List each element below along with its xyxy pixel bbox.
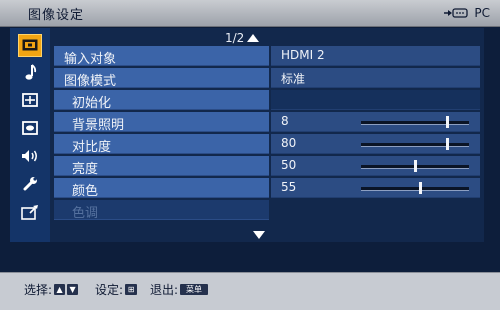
sidebar-item-sound[interactable] xyxy=(18,62,42,85)
slider-knob[interactable] xyxy=(414,160,417,172)
up-key-icon: ▲ xyxy=(54,284,66,295)
osd-screen: 图像设定 PC 1/2 输入对象 HDMI 2 图像模式 标准 初始化 背景照明… xyxy=(0,0,500,310)
arrow-up-icon[interactable] xyxy=(247,31,260,45)
input-source-label: PC xyxy=(474,6,490,20)
menu-row-backlight[interactable]: 背景照明 8 xyxy=(54,112,480,133)
status-bar: 选择: ▲ ▼ 设定: ⊞ 退出: 菜单 xyxy=(0,272,500,310)
title-bar: 图像设定 PC xyxy=(0,0,500,27)
row-label-cell: 背景照明 xyxy=(54,112,269,133)
row-label: 初始化 xyxy=(72,96,112,111)
select-label: 选择: xyxy=(24,283,53,297)
row-label: 图像模式 xyxy=(64,74,117,89)
status-exit: 退出: 菜单 xyxy=(150,281,209,298)
row-value: HDMI 2 xyxy=(281,48,325,62)
row-value: 标准 xyxy=(281,72,306,86)
arrow-down-icon[interactable] xyxy=(253,224,265,243)
slider-knob[interactable] xyxy=(446,116,449,128)
row-value-cell xyxy=(271,90,480,110)
brightness-slider[interactable] xyxy=(361,160,469,172)
row-label: 对比度 xyxy=(72,140,112,155)
menu-row-color[interactable]: 颜色 55 xyxy=(54,178,480,199)
music-note-icon xyxy=(23,63,37,85)
menu-key-icon: 菜单 xyxy=(180,284,209,295)
row-label-cell: 图像模式 xyxy=(54,68,269,89)
menu-row-input-source[interactable]: 输入对象 HDMI 2 xyxy=(54,46,480,67)
row-value-cell: 80 xyxy=(271,134,480,154)
pc-input-icon xyxy=(444,7,470,19)
input-indicator: PC xyxy=(444,5,490,21)
input-icon xyxy=(21,204,39,224)
menu-row-tint: 色调 xyxy=(54,200,480,221)
row-label: 色调 xyxy=(72,206,99,221)
sidebar-item-input[interactable] xyxy=(18,202,42,225)
row-value: 50 xyxy=(281,158,297,172)
slider-knob[interactable] xyxy=(446,138,449,150)
slider-knob[interactable] xyxy=(419,182,422,194)
category-sidebar xyxy=(10,28,50,242)
row-value-cell: 8 xyxy=(271,112,480,132)
sidebar-item-picture[interactable] xyxy=(18,34,42,57)
status-select: 选择: ▲ ▼ xyxy=(24,281,79,298)
sidebar-item-setup[interactable] xyxy=(18,174,42,197)
row-value-cell: HDMI 2 xyxy=(271,46,480,66)
display-icon xyxy=(22,120,38,139)
speaker-icon xyxy=(21,148,39,167)
row-label-cell: 输入对象 xyxy=(54,46,269,67)
row-value-cell: 55 xyxy=(271,178,480,198)
row-value: 80 xyxy=(281,136,297,150)
row-label-cell: 色调 xyxy=(54,200,269,221)
settings-panel: 1/2 输入对象 HDMI 2 图像模式 标准 初始化 背景照明 8 对比度 8… xyxy=(50,28,484,242)
row-value-cell: 标准 xyxy=(271,68,480,88)
screen-icon xyxy=(22,92,38,111)
row-label-cell: 对比度 xyxy=(54,134,269,155)
row-value: 8 xyxy=(281,114,289,128)
row-label-cell: 初始化 xyxy=(54,90,269,111)
menu-title: 图像设定 xyxy=(28,8,85,23)
sidebar-item-display[interactable] xyxy=(18,118,42,141)
row-value-cell: 50 xyxy=(271,156,480,176)
row-label: 亮度 xyxy=(72,162,99,177)
sidebar-item-screen[interactable] xyxy=(18,90,42,113)
sidebar-item-audio[interactable] xyxy=(18,146,42,169)
menu-row-reset[interactable]: 初始化 xyxy=(54,90,480,111)
row-value: 55 xyxy=(281,180,297,194)
row-label-cell: 颜色 xyxy=(54,178,269,199)
row-label: 输入对象 xyxy=(64,52,117,67)
contrast-slider[interactable] xyxy=(361,138,469,150)
down-key-icon: ▼ xyxy=(67,284,79,295)
row-label: 颜色 xyxy=(72,184,99,199)
backlight-slider[interactable] xyxy=(361,116,469,128)
row-label: 背景照明 xyxy=(72,118,125,133)
menu-row-picture-mode[interactable]: 图像模式 标准 xyxy=(54,68,480,89)
picture-icon xyxy=(22,36,38,55)
color-slider[interactable] xyxy=(361,182,469,194)
status-set: 设定: ⊞ xyxy=(95,281,138,298)
row-label-cell: 亮度 xyxy=(54,156,269,177)
menu-row-brightness[interactable]: 亮度 50 xyxy=(54,156,480,177)
enter-key-icon: ⊞ xyxy=(125,284,138,295)
page-indicator: 1/2 xyxy=(225,31,260,45)
set-label: 设定: xyxy=(95,283,124,297)
menu-row-contrast[interactable]: 对比度 80 xyxy=(54,134,480,155)
page-number: 1/2 xyxy=(225,31,245,45)
exit-label: 退出: xyxy=(150,283,179,297)
wrench-icon xyxy=(22,176,38,196)
